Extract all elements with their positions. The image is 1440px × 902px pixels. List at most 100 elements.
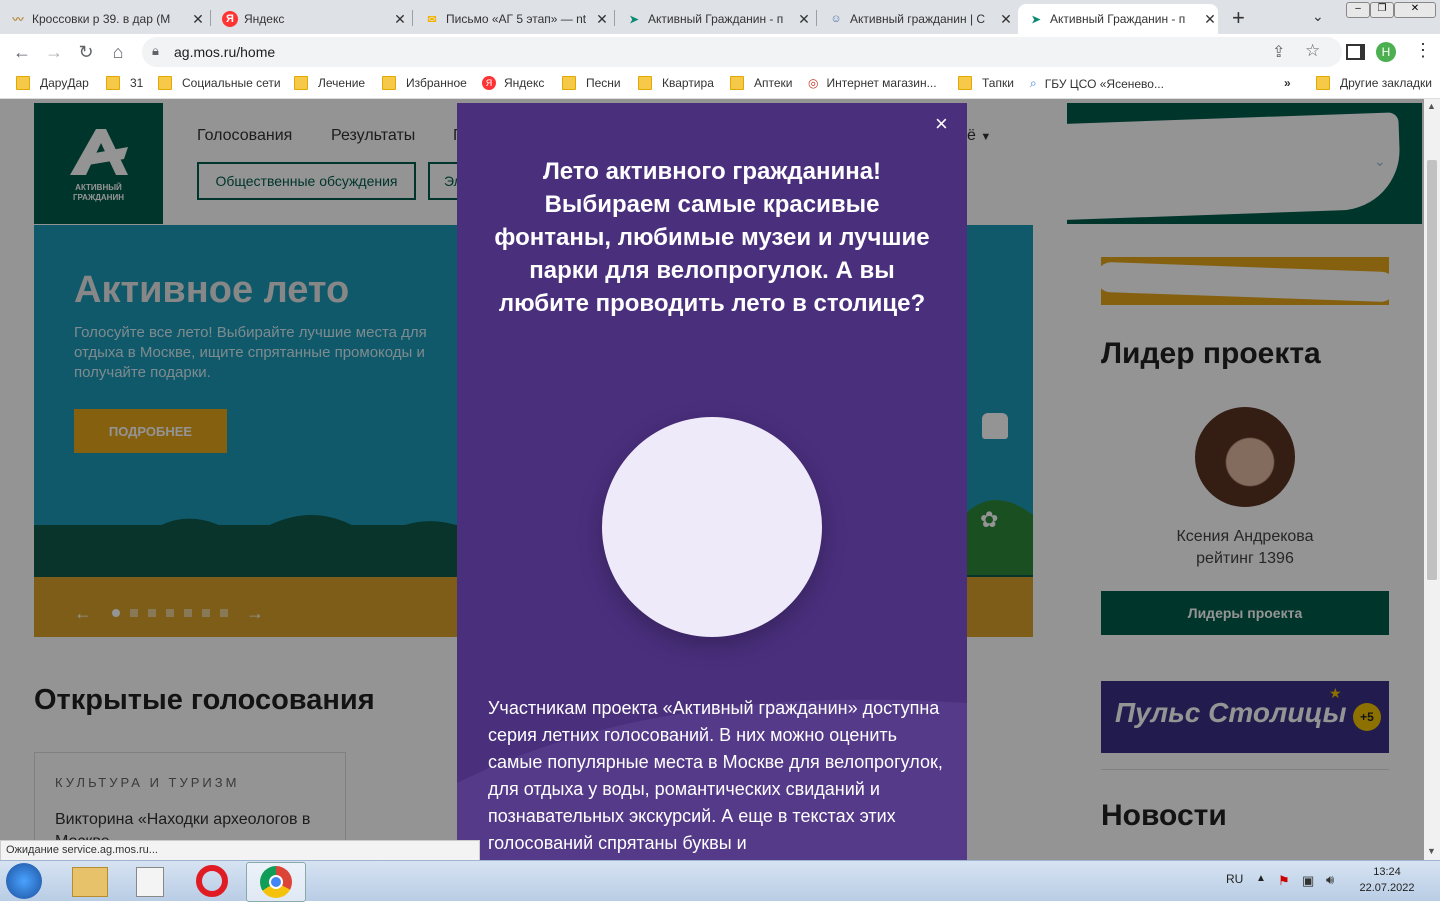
minimize-icon[interactable]: – bbox=[1346, 2, 1370, 18]
close-tab-icon[interactable]: ✕ bbox=[594, 11, 610, 28]
lock-icon[interactable]: 🔒︎ bbox=[152, 43, 159, 59]
url-text[interactable]: ag.mos.ru/home bbox=[174, 44, 275, 60]
tab-title: Активный гражданин | С bbox=[850, 12, 986, 26]
clock-date: 22.07.2022 bbox=[1359, 882, 1415, 894]
media-player-icon[interactable] bbox=[136, 867, 164, 897]
ag-cat-icon: ☺ bbox=[830, 13, 842, 25]
tab-3[interactable]: ✉ Письмо «АГ 5 этап» — nt ✕ bbox=[414, 4, 610, 34]
browser-toolbar: ← → ↻ ⌂ 🔒︎ ag.mos.ru/home ⇪ ☆ Н ⋮ bbox=[0, 34, 1440, 70]
bookmark-item[interactable]: Лечение bbox=[294, 76, 365, 90]
new-tab-icon[interactable]: + bbox=[1232, 5, 1245, 31]
bookmark-label: ГБУ ЦСО «Ясенево... bbox=[1044, 76, 1164, 91]
bookmark-label: ДаруДар bbox=[40, 76, 89, 90]
scroll-down-icon[interactable]: ▼ bbox=[1427, 846, 1436, 856]
bookmark-item[interactable]: Я Яндекс bbox=[482, 76, 544, 90]
close-window-icon[interactable]: ✕ bbox=[1394, 2, 1436, 18]
ag-icon: ➤ bbox=[629, 13, 639, 26]
bookmark-label: Тапки bbox=[982, 76, 1014, 90]
forward-icon[interactable]: → bbox=[42, 40, 66, 64]
clock-time: 13:24 bbox=[1373, 866, 1401, 878]
ag-icon: ➤ bbox=[1031, 13, 1041, 26]
tray-expand-icon[interactable]: ▲ bbox=[1256, 873, 1266, 884]
action-center-icon[interactable]: ⚑ bbox=[1278, 873, 1290, 889]
menu-kebab-icon[interactable]: ⋮ bbox=[1414, 40, 1432, 61]
folder-icon bbox=[562, 76, 576, 90]
chrome-taskbar-button[interactable] bbox=[246, 862, 306, 902]
tab-strip: 〰 Кроссовки р 39. в дар (М ✕ Я Яндекс ✕ … bbox=[0, 0, 1440, 34]
bookmark-label: Избранное bbox=[406, 76, 467, 90]
folder-icon bbox=[730, 76, 744, 90]
pin-icon: ⌕ bbox=[1030, 76, 1037, 90]
chrome-icon bbox=[260, 866, 292, 898]
close-tab-icon[interactable]: ✕ bbox=[796, 11, 812, 28]
start-button-icon[interactable] bbox=[6, 863, 42, 899]
darudar-icon: 〰 bbox=[12, 14, 24, 26]
share-icon[interactable]: ⇪ bbox=[1272, 42, 1285, 62]
bookmark-label: Квартира bbox=[662, 76, 714, 90]
bookmark-item[interactable]: ◎ Интернет магазин... bbox=[808, 76, 937, 90]
bookmark-star-icon[interactable]: ☆ bbox=[1305, 41, 1320, 61]
bookmark-label: 31 bbox=[130, 76, 144, 90]
close-tab-icon[interactable]: ✕ bbox=[1202, 11, 1218, 28]
bookmark-item[interactable]: ДаруДар bbox=[16, 76, 89, 90]
bookmark-label: Песни bbox=[586, 76, 621, 90]
tab-title: Кроссовки р 39. в дар (М bbox=[32, 12, 171, 26]
side-panel-icon[interactable] bbox=[1346, 44, 1365, 60]
profile-avatar[interactable]: Н bbox=[1376, 42, 1396, 62]
bookmark-item[interactable]: Социальные сети bbox=[158, 76, 281, 90]
volume-icon[interactable]: 🔊︎ bbox=[1326, 872, 1334, 888]
network-icon[interactable]: ▣ bbox=[1302, 873, 1314, 889]
opera-icon[interactable] bbox=[196, 865, 228, 897]
bookmark-item[interactable]: 31 bbox=[106, 76, 143, 90]
tab-5[interactable]: ☺ Активный гражданин | С ✕ bbox=[818, 4, 1014, 34]
back-icon[interactable]: ← bbox=[10, 40, 34, 64]
modal-body-text: Участникам проекта «Активный гражданин» … bbox=[488, 698, 943, 853]
status-bar: Ожидание service.ag.mos.ru... bbox=[0, 840, 480, 862]
more-bookmarks-icon[interactable]: » bbox=[1284, 76, 1291, 90]
tab-4[interactable]: ➤ Активный Гражданин - п ✕ bbox=[616, 4, 812, 34]
bookmark-item[interactable]: Квартира bbox=[638, 76, 714, 90]
tab-2[interactable]: Я Яндекс ✕ bbox=[212, 4, 408, 34]
reload-icon[interactable]: ↻ bbox=[74, 40, 98, 64]
home-icon[interactable]: ⌂ bbox=[106, 40, 130, 64]
yandex-icon: Я bbox=[482, 76, 496, 90]
tab-search-icon[interactable]: ⌄ bbox=[1312, 8, 1324, 25]
scroll-up-icon[interactable]: ▲ bbox=[1427, 101, 1436, 111]
bookmark-label: Лечение bbox=[318, 76, 366, 90]
tab-title: Активный Гражданин - п bbox=[1050, 12, 1186, 26]
bookmarks-bar: ДаруДар 31 Социальные сети Лечение Избра… bbox=[0, 70, 1440, 99]
tab-6-active[interactable]: ➤ Активный Гражданин - п ✕ bbox=[1018, 4, 1218, 34]
modal-close-icon[interactable]: × bbox=[935, 111, 948, 137]
other-bookmarks[interactable]: Другие закладки bbox=[1316, 76, 1432, 90]
folder-icon bbox=[1316, 76, 1330, 90]
modal-image-circle bbox=[602, 417, 822, 637]
close-tab-icon[interactable]: ✕ bbox=[190, 11, 206, 28]
tab-title: Яндекс bbox=[244, 12, 285, 26]
bookmark-item[interactable]: Песни bbox=[562, 76, 621, 90]
tab-1[interactable]: 〰 Кроссовки р 39. в дар (М ✕ bbox=[0, 4, 206, 34]
language-indicator[interactable]: RU bbox=[1226, 872, 1243, 886]
clock[interactable]: 13:24 22.07.2022 bbox=[1356, 866, 1418, 894]
bookmark-item[interactable]: Тапки bbox=[958, 76, 1014, 90]
restore-icon[interactable]: ❐ bbox=[1370, 2, 1394, 18]
bookmark-item[interactable]: ⌕ ГБУ ЦСО «Ясенево... bbox=[1030, 76, 1164, 91]
bookmark-item[interactable]: Избранное bbox=[382, 76, 467, 90]
folder-icon bbox=[958, 76, 972, 90]
bookmark-label: Аптеки bbox=[754, 76, 793, 90]
summer-modal: × Лето активного гражданина! Выбираем са… bbox=[457, 103, 967, 860]
explorer-icon[interactable] bbox=[72, 867, 108, 897]
bookmark-item[interactable]: Аптеки bbox=[730, 76, 793, 90]
close-tab-icon[interactable]: ✕ bbox=[998, 11, 1014, 28]
scrollbar-thumb[interactable] bbox=[1427, 160, 1437, 580]
folder-icon bbox=[106, 76, 120, 90]
close-tab-icon[interactable]: ✕ bbox=[392, 11, 408, 28]
yandex-icon: Я bbox=[222, 11, 238, 27]
address-bar[interactable]: 🔒︎ ag.mos.ru/home ⇪ ☆ bbox=[142, 37, 1342, 67]
mail-icon: ✉ bbox=[427, 13, 437, 26]
folder-icon bbox=[382, 76, 396, 90]
tab-title: Письмо «АГ 5 этап» — nt bbox=[446, 12, 587, 26]
bookmark-label: Яндекс bbox=[504, 76, 545, 90]
status-text: Ожидание service.ag.mos.ru... bbox=[6, 844, 158, 856]
bookmark-label: Социальные сети bbox=[182, 76, 281, 90]
folder-icon bbox=[638, 76, 652, 90]
